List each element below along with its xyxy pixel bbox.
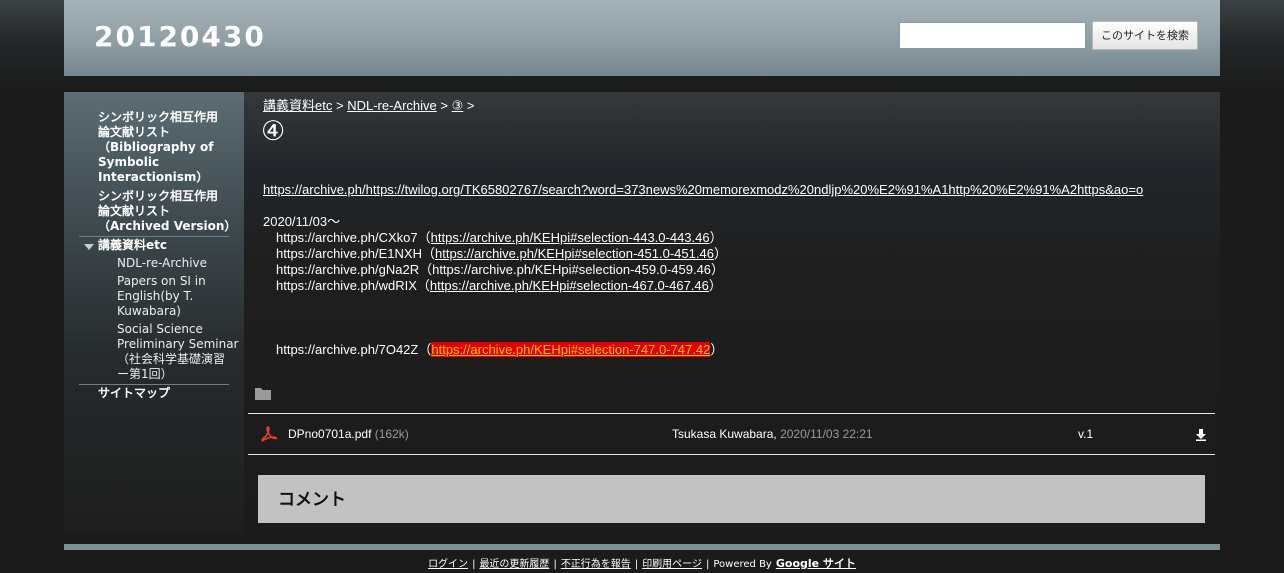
archive-entry: https://archive.ph/CXko7（https://archive… (276, 230, 723, 246)
selection-link[interactable]: https://archive.ph/KEHpi#selection-467.0… (430, 278, 709, 293)
sidebar-subitem-ndl-re-archive[interactable]: NDL-re-Archive (117, 256, 207, 271)
twilog-archive-link[interactable]: https://archive.ph/https://twilog.org/TK… (263, 182, 1143, 198)
sidebar-item-label: Preliminary Seminar (117, 337, 239, 351)
breadcrumb-separator: > (335, 98, 344, 113)
paren: ） (708, 278, 722, 293)
paren: （ (418, 342, 432, 357)
sidebar-item-label: （Archived Version） (98, 219, 237, 233)
sidebar-item-sitemap[interactable]: サイトマップ (98, 386, 170, 401)
sidebar-item-label: （社会科学基礎演習 (117, 352, 226, 366)
archive-entry: https://archive.ph/E1NXH（https://archive… (276, 246, 727, 262)
sidebar-subitem-preliminary-seminar[interactable]: Social Science Preliminary Seminar （社会科学… (117, 322, 239, 382)
selection-link[interactable]: https://archive.ph/KEHpi#selection-443.0… (431, 230, 710, 245)
sidebar-item-label: English(by T. (117, 289, 194, 303)
attachment-author: Tsukasa Kuwabara, (672, 427, 777, 441)
archive-url: https://archive.ph/E1NXH (276, 246, 422, 261)
breadcrumb: 講義資料etc > NDL-re-Archive > ③ > (263, 98, 474, 114)
site-header: 20120430 このサイトを検索 (64, 0, 1220, 76)
attachment-bottom-divider (248, 454, 1215, 455)
footer-separator: | (553, 559, 557, 570)
folder-icon (255, 388, 271, 400)
attachment-row: DPno0701a.pdf (162k) Tsukasa Kuwabara, 2… (248, 414, 1215, 454)
archive-url: https://archive.ph/gNa2R (276, 262, 420, 277)
archive-entry-highlighted: https://archive.ph/7O42Z（https://archive… (276, 342, 723, 358)
site-footer: ログイン | 最近の更新履歴 | 不正行為を報告 | 印刷用ページ | Powered By Go… (0, 555, 1284, 571)
paren: （ (416, 278, 430, 293)
footer-link-login[interactable]: ログイン (428, 559, 468, 570)
page-title: ④ (261, 116, 286, 147)
search-input[interactable] (899, 22, 1086, 49)
selection-text: https://archive.ph/KEHpi#selection-459.0… (432, 262, 712, 277)
footer-google-sites-link[interactable]: Google サイト (776, 557, 856, 570)
highlighted-selection-link[interactable]: https://archive.ph/KEHpi#selection-747.0… (431, 342, 711, 357)
attachment-file-size: (162k) (374, 427, 409, 441)
download-icon[interactable] (1195, 429, 1207, 441)
main-content: 講義資料etc > NDL-re-Archive > ③ > ④ https:/… (244, 92, 1220, 532)
paren: ） (710, 342, 724, 357)
footer-link-recent-changes[interactable]: 最近の更新履歴 (479, 559, 549, 570)
attachment-meta: Tsukasa Kuwabara, 2020/11/03 22:21 (672, 427, 873, 441)
sidebar-subitem-papers-on-si[interactable]: Papers on SI in English(by T. Kuwabara) (117, 274, 206, 319)
archive-url: https://archive.ph/CXko7 (276, 230, 418, 245)
sidebar-item-archived-version[interactable]: シンボリック相互作用 論文献リスト （Archived Version） (98, 189, 236, 234)
footer-separator: | (472, 559, 476, 570)
sidebar-item-label: シンボリック相互作用 (98, 189, 219, 203)
footer-separator: | (706, 559, 710, 570)
archive-entry: https://archive.ph/gNa2R（https://archive… (276, 262, 724, 278)
archive-url: https://archive.ph/wdRIX (276, 278, 417, 293)
sidebar-item-label: ー第1回） (117, 367, 173, 381)
sidebar-divider (79, 236, 229, 237)
comments-section: コメント (258, 475, 1205, 523)
footer-link-report-abuse[interactable]: 不正行為を報告 (561, 559, 631, 570)
sidebar-item-label: Symbolic (98, 155, 160, 169)
selection-link[interactable]: https://archive.ph/KEHpi#selection-451.0… (435, 246, 714, 261)
archive-url: https://archive.ph/7O42Z (276, 342, 419, 357)
sidebar-item-label: 論文献リスト (98, 125, 171, 139)
sidebar-item-label: Kuwabara) (117, 304, 181, 318)
breadcrumb-separator: > (466, 98, 475, 113)
sidebar-item-label: 論文献リスト (98, 204, 171, 218)
attachment-file: DPno0701a.pdf (162k) (288, 427, 409, 441)
paren: ） (709, 230, 723, 245)
attachment-timestamp: 2020/11/03 22:21 (780, 427, 873, 441)
sidebar-item-label: Social Science (117, 322, 203, 336)
expand-triangle-icon[interactable] (84, 244, 94, 250)
paren: （ (421, 246, 435, 261)
footer-powered-by: Powered By (713, 559, 772, 570)
breadcrumb-link-lecture[interactable]: 講義資料etc (263, 98, 332, 113)
search-button[interactable]: このサイトを検索 (1092, 21, 1198, 50)
sidebar-divider (79, 384, 229, 385)
paren: （ (417, 230, 431, 245)
sidebar-item-lecture-materials[interactable]: 講義資料etc (98, 238, 167, 253)
footer-bar (64, 544, 1220, 550)
sidebar-item-label: シンボリック相互作用 (98, 110, 219, 124)
sidebar-nav: シンボリック相互作用 論文献リスト （Bibliography of Symbo… (64, 92, 244, 532)
breadcrumb-link-ndl[interactable]: NDL-re-Archive (347, 98, 437, 113)
sidebar-item-label: Papers on SI in (117, 274, 206, 288)
footer-link-print-page[interactable]: 印刷用ページ (642, 559, 702, 570)
paren: （ (419, 262, 433, 277)
date-line: 2020/11/03～ (263, 214, 341, 229)
attachment-version[interactable]: v.1 (1078, 427, 1093, 441)
sidebar-item-label: （Bibliography of (98, 140, 214, 154)
footer-separator: | (634, 559, 639, 570)
site-title[interactable]: 20120430 (94, 20, 266, 53)
sidebar-item-label: Interactionism） (98, 170, 209, 184)
paren: ） (711, 262, 725, 277)
comments-title: コメント (278, 490, 346, 510)
attachment-file-link[interactable]: DPno0701a.pdf (288, 427, 371, 441)
archive-entry: https://archive.ph/wdRIX（https://archive… (276, 278, 722, 294)
breadcrumb-link-3[interactable]: ③ (452, 98, 464, 113)
sidebar-item-bibliography[interactable]: シンボリック相互作用 論文献リスト （Bibliography of Symbo… (98, 110, 218, 185)
paren: ） (713, 246, 727, 261)
pdf-icon (261, 426, 277, 442)
breadcrumb-separator: > (440, 98, 448, 113)
